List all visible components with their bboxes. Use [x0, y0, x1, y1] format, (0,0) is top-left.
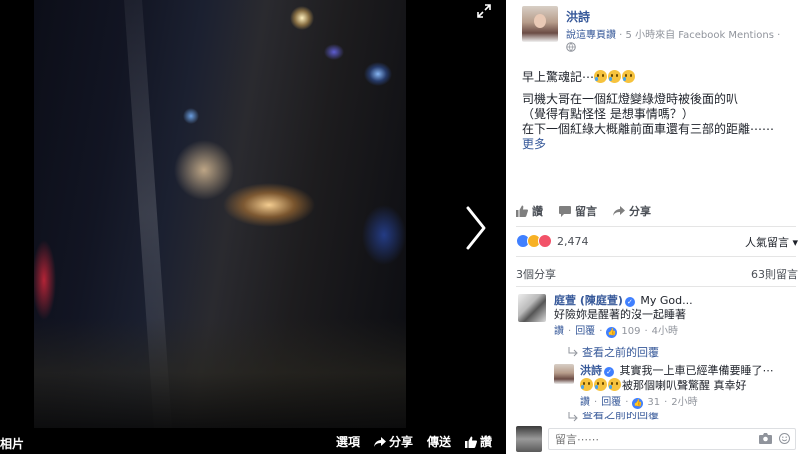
- verified-badge-icon: ✓: [624, 297, 635, 307]
- camera-icon[interactable]: [759, 433, 772, 444]
- comment-text: 好險妳是醒著的沒一起睡著: [554, 308, 686, 321]
- post-line-1: 早上驚魂記⋯: [522, 70, 796, 85]
- post-time-source: · 5 小時來自 Facebook Mentions ·: [616, 30, 781, 41]
- reactions-summary: 2,474 人氣留言 ▾: [516, 232, 798, 250]
- reply-arrow-icon: [568, 412, 578, 422]
- post-panel: 洪詩 說這專頁讚 · 5 小時來自 Facebook Mentions · 早上…: [506, 0, 800, 454]
- view-previous-label: 查看之前的回覆: [582, 412, 659, 421]
- view-previous-replies[interactable]: 查看之前的回覆: [568, 344, 659, 360]
- thumbs-up-icon: 👍: [632, 397, 644, 409]
- comment-like-count: 109: [621, 326, 641, 337]
- post-meta: 說這專頁讚 · 5 小時來自 Facebook Mentions ·: [566, 26, 780, 41]
- share-label: 分享: [388, 435, 413, 449]
- current-user-avatar: [516, 426, 542, 452]
- chevron-right-icon: [466, 206, 486, 250]
- thumbs-up-icon: 👍: [606, 326, 618, 338]
- reply-time[interactable]: 2小時: [671, 396, 697, 410]
- like-button[interactable]: 讚: [516, 203, 543, 219]
- view-previous-label: 查看之前的回覆: [582, 346, 659, 359]
- viewer-share-button[interactable]: 分享: [373, 433, 413, 450]
- comment-like-link[interactable]: 讚: [554, 325, 564, 339]
- post-line-3: （覺得有點怪怪 是想事情嗎？）: [522, 107, 694, 121]
- reply-meta: 讚 · 回覆 · 👍 31 · 2小時: [580, 396, 698, 410]
- comment-label: 留言: [575, 205, 597, 218]
- reply-text-2: 被那個喇叭聲驚醒 真幸好: [622, 379, 747, 392]
- album-label[interactable]: 相片: [0, 435, 24, 452]
- send-button[interactable]: 傳送: [427, 433, 451, 450]
- sort-dropdown[interactable]: 人氣留言 ▾: [745, 234, 798, 250]
- photo-viewer: 相片 選項 分享 傳送 讚: [0, 0, 506, 454]
- reply-arrow-icon: [568, 347, 578, 357]
- reaction-count[interactable]: 2,474: [557, 235, 589, 248]
- reply-text: 其實我一上車已經準備要睡了⋯: [619, 364, 774, 377]
- viewer-toolbar: 相片 選項 分享 傳送 讚: [0, 428, 506, 454]
- comment-meta: 讚 · 回覆 · 👍 109 · 4小時: [554, 325, 679, 339]
- comment-icon: [559, 205, 571, 217]
- reply-like-count: 31: [647, 397, 661, 408]
- author-name[interactable]: 洪詩: [566, 8, 590, 25]
- comment-count[interactable]: 63則留言: [751, 266, 798, 282]
- crying-emoji-icon: [580, 378, 593, 391]
- page-like-link[interactable]: 說這專頁讚: [566, 30, 616, 41]
- comment-reply-link[interactable]: 回覆: [575, 325, 595, 339]
- divider: [516, 256, 796, 257]
- share-count[interactable]: 3個分享: [516, 266, 556, 282]
- options-label: 選項: [335, 435, 360, 449]
- crying-emoji-icon: [622, 70, 636, 83]
- commenter-name[interactable]: 庭萱 (陳庭萱): [554, 294, 623, 307]
- divider: [516, 226, 796, 227]
- globe-icon: [566, 42, 576, 52]
- crying-emoji-icon: [608, 70, 622, 83]
- like-label: 讚: [479, 435, 492, 449]
- next-photo-button[interactable]: [458, 200, 492, 256]
- comment-composer: [516, 426, 798, 452]
- love-reaction-icon: [538, 234, 552, 248]
- thumbs-up-icon: [464, 436, 477, 448]
- share-icon: [613, 206, 625, 216]
- reply-avatar[interactable]: [554, 364, 574, 384]
- commenter-avatar[interactable]: [518, 294, 546, 322]
- viewer-like-button[interactable]: 讚: [464, 433, 492, 450]
- send-label: 傳送: [426, 435, 451, 449]
- comment-time[interactable]: 4小時: [652, 325, 678, 339]
- crying-emoji-icon: [594, 378, 607, 391]
- reply-like-link[interactable]: 讚: [580, 396, 590, 410]
- thumbs-up-icon: [516, 205, 528, 217]
- post-line-2: 司機大哥在一個紅燈變綠燈時被後面的叭: [522, 92, 739, 106]
- share-label: 分享: [629, 205, 651, 218]
- post-actions: 讚 留言 分享: [516, 198, 796, 224]
- crying-emoji-icon: [608, 378, 621, 391]
- share-icon: [373, 436, 386, 447]
- photo-road-shadow: [34, 318, 406, 428]
- like-label: 讚: [532, 205, 543, 218]
- post-stats: 3個分享 63則留言: [516, 266, 798, 282]
- comment-button[interactable]: 留言: [559, 203, 597, 219]
- expand-icon[interactable]: [476, 4, 492, 20]
- emoji-icon[interactable]: [779, 433, 790, 444]
- post-header: 洪詩 說這專頁讚 · 5 小時來自 Facebook Mentions ·: [516, 6, 798, 52]
- share-button[interactable]: 分享: [613, 203, 651, 219]
- reply-reply-link[interactable]: 回覆: [601, 396, 621, 410]
- comment-lead: My God...: [640, 294, 693, 307]
- options-button[interactable]: 選項: [336, 433, 360, 450]
- see-more-link[interactable]: 更多: [522, 137, 796, 152]
- verified-badge-icon: ✓: [604, 367, 614, 377]
- author-avatar[interactable]: [522, 6, 558, 42]
- view-previous-replies-2[interactable]: 查看之前的回覆: [568, 412, 659, 422]
- photo[interactable]: [34, 0, 406, 428]
- post-line-4: 在下一個紅綠大概離前面車還有三部的距離⋯⋯: [522, 122, 775, 136]
- crying-emoji-icon: [594, 70, 608, 83]
- divider: [516, 286, 796, 287]
- post-body: 早上驚魂記⋯ 司機大哥在一個紅燈變綠燈時被後面的叭 （覺得有點怪怪 是想事情嗎？…: [522, 70, 796, 152]
- reply-author[interactable]: 洪詩: [580, 364, 602, 377]
